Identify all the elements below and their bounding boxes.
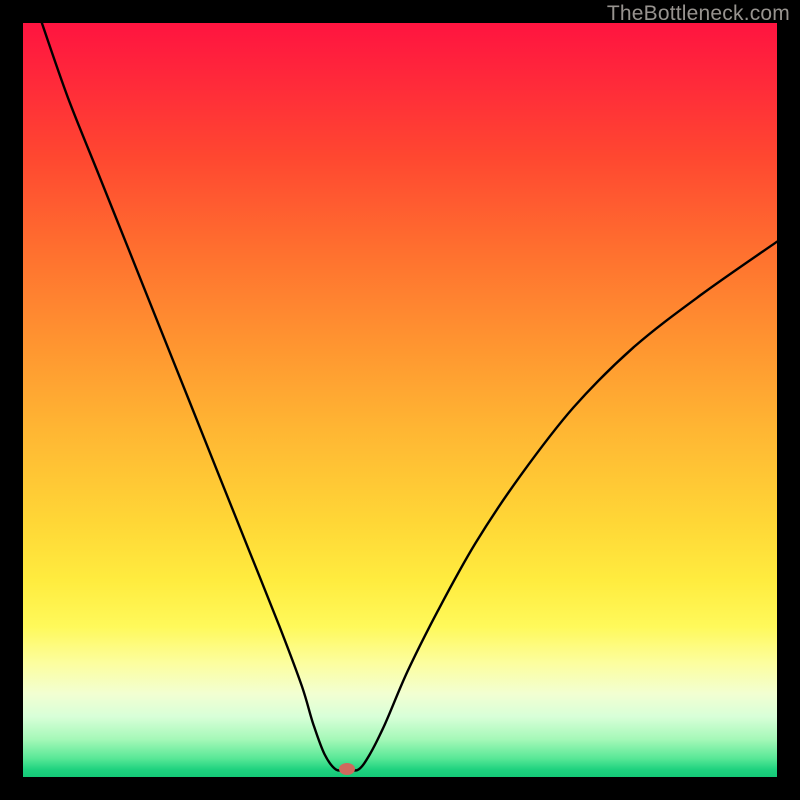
outer-frame: TheBottleneck.com xyxy=(0,0,800,800)
bottleneck-curve xyxy=(23,23,777,777)
watermark-text: TheBottleneck.com xyxy=(607,2,790,26)
minimum-marker xyxy=(339,763,355,775)
